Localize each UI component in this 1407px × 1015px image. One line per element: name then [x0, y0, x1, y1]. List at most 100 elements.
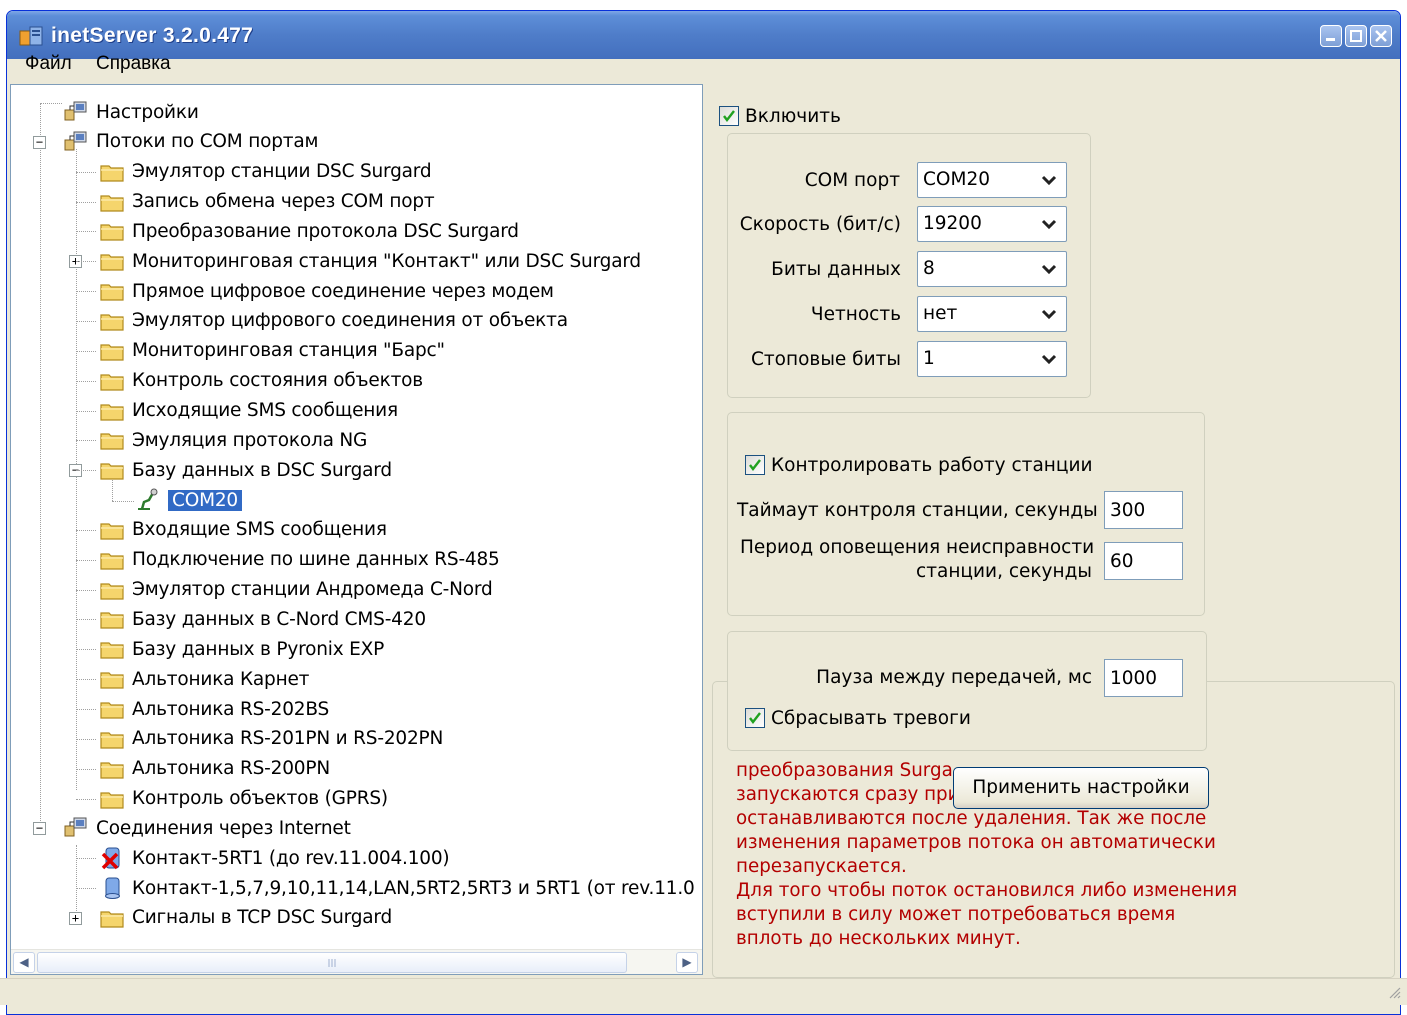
parity-label: Четность [810, 304, 901, 325]
tree-horizontal-scrollbar[interactable]: ◀ ▶ [11, 949, 702, 974]
folder-icon [100, 762, 124, 779]
tree-item-label: Потоки по COM портам [96, 131, 319, 153]
tree-item-com-after-0[interactable]: Входящие SMS сообщения [98, 516, 387, 544]
info-line-8: вплоть до нескольких минут. [736, 928, 1021, 949]
tree-item-label: Эмулятор станции DSC Surgard [132, 161, 432, 183]
tree-item-com-streams[interactable]: Потоки по COM портам [62, 128, 318, 156]
tree-item-label: Контакт-1,5,7,9,10,11,14,LAN,5RT2,5RT3 и… [132, 877, 695, 899]
tree-item-com-after-2[interactable]: Эмулятор станции Андромеда C-Nord [98, 576, 493, 604]
parity-select[interactable]: нет [917, 296, 1067, 332]
collapse-icon[interactable]: − [33, 822, 46, 836]
collapse-icon[interactable]: − [33, 135, 46, 149]
tree-item-com-after-4[interactable]: Базу данных в Pyronix EXP [98, 635, 384, 663]
tree-item-com-1[interactable]: Запись обмена через COM порт [98, 188, 435, 216]
stop-bits-label: Стоповые биты [750, 349, 901, 370]
close-button[interactable] [1370, 25, 1392, 47]
network-icon [64, 101, 87, 121]
info-line-1: преобразования Surga [736, 760, 953, 781]
tree-item-com-8[interactable]: Исходящие SMS сообщения [98, 397, 398, 425]
data-bits-label: Биты данных [771, 259, 901, 280]
tree-item-label: Альтоника Карнет [132, 668, 310, 690]
tree-item-com-after-9[interactable]: Контроль объектов (GPRS) [98, 785, 388, 813]
chevron-down-icon [1041, 354, 1057, 365]
scroll-thumb[interactable] [37, 952, 627, 973]
tree-item-com-5[interactable]: Эмулятор цифрового соединения от объекта [98, 307, 568, 335]
notify-period-input[interactable]: 60 [1104, 542, 1183, 580]
monitor-label: Контролировать работу станции [771, 455, 1093, 476]
pause-label: Пауза между передачей, мс [816, 667, 1092, 688]
tree-item-com-10[interactable]: Базу данных в DSC Surgard [98, 456, 392, 484]
tree-item-internet-0[interactable]: Контакт-5RT1 (до rev.11.004.100) [98, 844, 450, 872]
chevron-down-icon [1041, 175, 1057, 186]
tree-item-com-7[interactable]: Контроль состояния объектов [98, 367, 423, 395]
enable-label: Включить [745, 106, 841, 127]
folder-icon [100, 284, 124, 301]
tree-item-settings[interactable]: Настройки [62, 98, 199, 126]
folder-icon [100, 642, 124, 659]
tree-item-label: Мониторинговая станция "Контакт" или DSC… [132, 250, 641, 272]
disabled-connection-icon [101, 847, 120, 870]
tree-item-com-after-7[interactable]: Альтоника RS-201PN и RS-202PN [98, 725, 443, 753]
resize-grip-icon[interactable] [1387, 985, 1401, 999]
device-icon [105, 877, 120, 900]
expand-icon[interactable]: + [69, 911, 82, 925]
checkmark-icon [749, 712, 761, 724]
scroll-right-button[interactable]: ▶ [676, 952, 698, 973]
tree-item-com-4[interactable]: Прямое цифровое соединение через модем [98, 277, 554, 305]
tree-item-com-2[interactable]: Преобразование протокола DSC Surgard [98, 217, 519, 245]
tree-item-com-3[interactable]: Мониторинговая станция "Контакт" или DSC… [98, 247, 641, 275]
folder-icon [100, 433, 124, 450]
tree-item-label: Альтоника RS-201PN и RS-202PN [132, 728, 444, 750]
reset-alarms-checkbox[interactable] [745, 708, 765, 728]
tree-item-internet[interactable]: Соединения через Internet [62, 814, 351, 842]
tree-item-label: Мониторинговая станция "Барс" [132, 340, 445, 362]
checkmark-icon [723, 110, 735, 122]
tree-item-com20[interactable]: COM20 [134, 486, 242, 514]
tree-item-com-0[interactable]: Эмулятор станции DSC Surgard [98, 158, 432, 186]
grip-icon [328, 959, 336, 967]
folder-icon [100, 672, 124, 689]
tree-item-com-after-1[interactable]: Подключение по шине данных RS-485 [98, 546, 500, 574]
tree-item-com-6[interactable]: Мониторинговая станция "Барс" [98, 337, 445, 365]
stop-bits-select[interactable]: 1 [917, 341, 1067, 377]
speed-value: 19200 [923, 213, 982, 234]
tree-item-com-after-8[interactable]: Альтоника RS-200PN [98, 755, 330, 783]
tree-item-label: Запись обмена через COM порт [132, 191, 435, 213]
folder-icon [100, 314, 124, 331]
maximize-button[interactable] [1345, 25, 1367, 47]
folder-icon [100, 165, 124, 182]
tree-item-label: Прямое цифровое соединение через модем [132, 280, 554, 302]
parity-value: нет [923, 303, 958, 324]
tree-item-label: Подключение по шине данных RS-485 [132, 549, 500, 571]
maximize-icon [1350, 30, 1362, 42]
tree-item-label: Исходящие SMS сообщения [132, 400, 398, 421]
speed-select[interactable]: 19200 [917, 206, 1067, 242]
timeout-input[interactable]: 300 [1104, 491, 1183, 529]
network-icon [64, 817, 87, 837]
tree-item-label: Базу данных в DSC Surgard [132, 459, 392, 481]
enable-checkbox[interactable] [719, 106, 739, 126]
info-line-5: перезапускается. [736, 856, 907, 877]
pause-input[interactable]: 1000 [1104, 659, 1183, 697]
tree-item-com-after-3[interactable]: Базу данных в C-Nord CMS-420 [98, 605, 426, 633]
minimize-button[interactable] [1320, 25, 1342, 47]
timeout-label: Таймаут контроля станции, секунды [737, 500, 1098, 521]
folder-icon [100, 553, 124, 570]
pause-value: 1000 [1110, 668, 1158, 689]
scroll-left-button[interactable]: ◀ [13, 952, 35, 973]
com-port-label: COM порт [804, 170, 900, 191]
folder-icon [100, 463, 124, 480]
tree-item-com-after-6[interactable]: Альтоника RS-202BS [98, 695, 329, 723]
monitor-checkbox[interactable] [745, 455, 765, 475]
apply-settings-button[interactable]: Применить настройки [953, 767, 1209, 809]
data-bits-select[interactable]: 8 [917, 251, 1067, 287]
folder-icon [100, 254, 124, 271]
com-port-select[interactable]: COM20 [917, 162, 1067, 198]
tree-item-com-9[interactable]: Эмуляция протокола NG [98, 426, 367, 454]
folder-icon [100, 523, 124, 540]
tree-item-com-after-5[interactable]: Альтоника Карнет [98, 665, 309, 693]
tree-item-internet-2[interactable]: Сигналы в TCP DSC Surgard [98, 904, 392, 932]
tree-item-internet-1[interactable]: Контакт-1,5,7,9,10,11,14,LAN,5RT2,5RT3 и… [98, 874, 695, 902]
tree-item-label: COM20 [168, 489, 242, 511]
network-icon [64, 131, 87, 151]
